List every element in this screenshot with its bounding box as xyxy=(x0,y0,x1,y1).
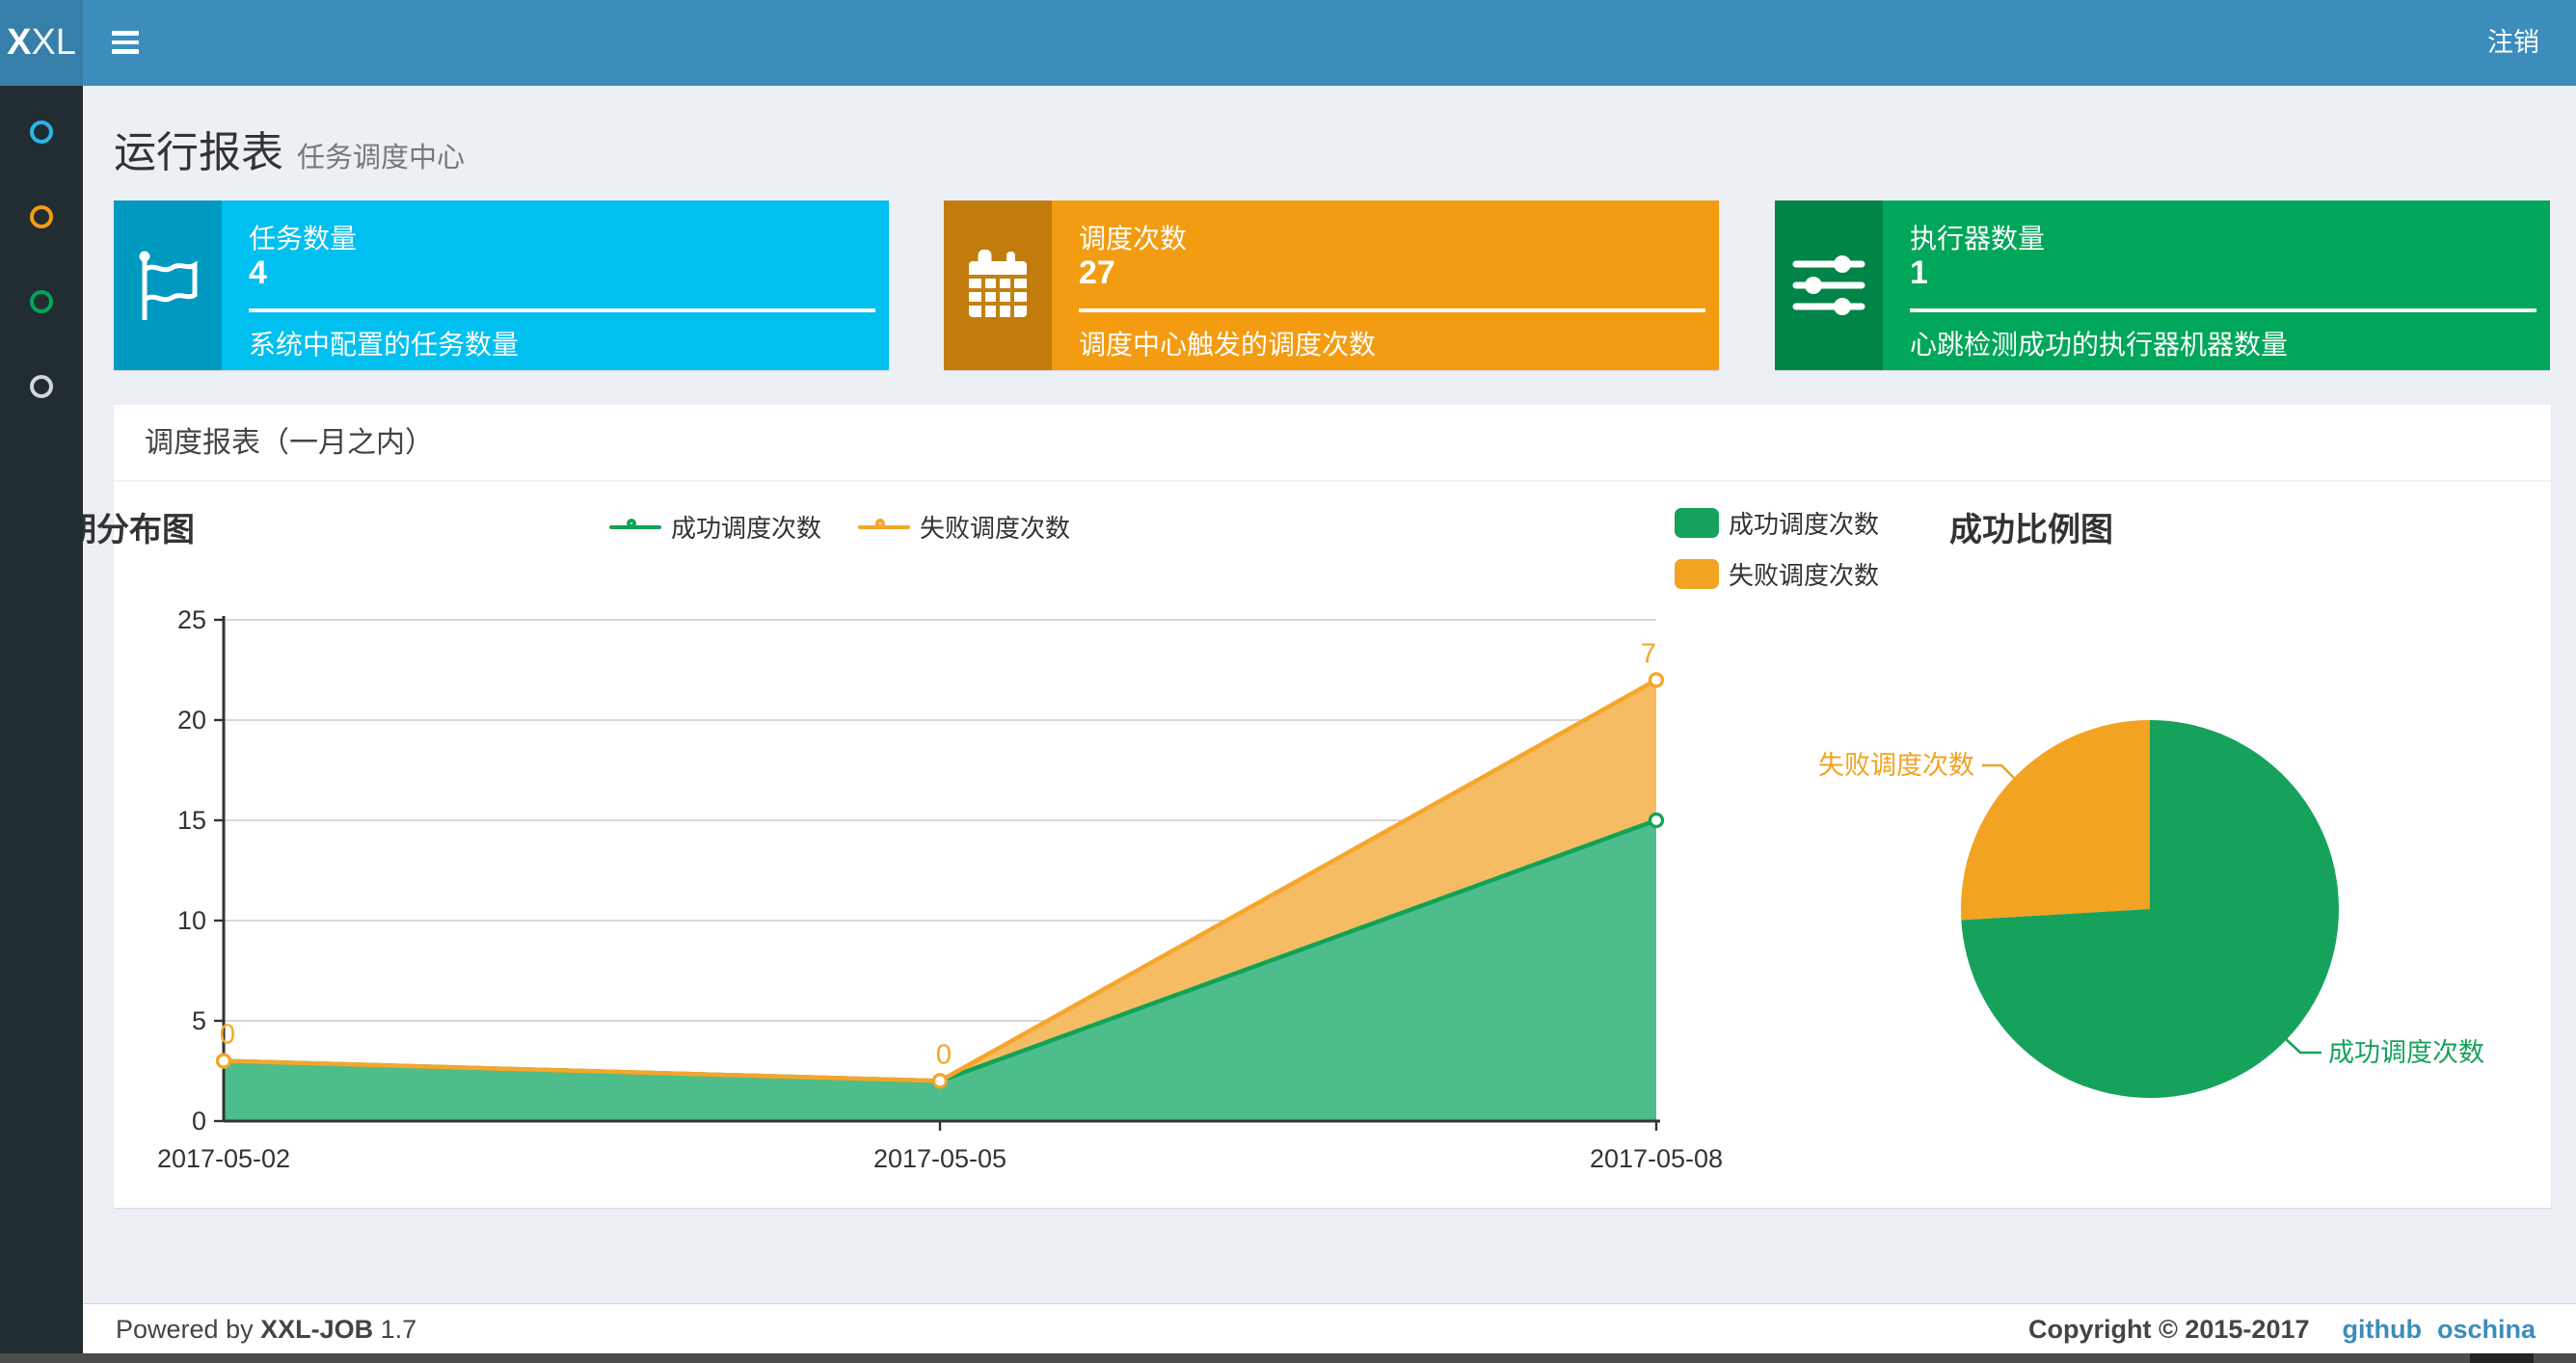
svg-text:失败调度次数: 失败调度次数 xyxy=(1818,751,1974,780)
legend-label: 失败调度次数 xyxy=(1729,561,1880,590)
info-box-executors: 执行器数量 1 心跳检测成功的执行器机器数量 xyxy=(1775,200,2550,370)
pie-legend-item-success[interactable]: 成功调度次数 xyxy=(1675,505,1879,541)
svg-text:0: 0 xyxy=(192,1107,206,1136)
legend-item-success[interactable]: 成功调度次数 xyxy=(609,509,821,545)
swatch-icon xyxy=(1675,508,1719,538)
pie-legend-item-fail[interactable]: 失败调度次数 xyxy=(1675,556,1879,592)
sidebar-item-dashboard[interactable] xyxy=(30,120,53,144)
svg-text:10: 10 xyxy=(177,906,206,935)
page-title: 运行报表 xyxy=(114,129,283,176)
horizontal-scrollbar[interactable] xyxy=(0,1353,2576,1363)
svg-text:0: 0 xyxy=(936,1039,952,1070)
svg-text:5: 5 xyxy=(192,1006,206,1035)
svg-text:2017-05-05: 2017-05-05 xyxy=(873,1144,1006,1173)
svg-text:25: 25 xyxy=(177,605,206,634)
footer: Powered by XXL-JOB 1.7 Copyright © 2015-… xyxy=(83,1303,2576,1354)
oschina-link[interactable]: oschina xyxy=(2437,1315,2536,1344)
product-name: XXL-JOB xyxy=(260,1315,374,1344)
legend-label: 失败调度次数 xyxy=(920,514,1071,543)
flag-icon xyxy=(114,200,222,370)
logo-bold: X xyxy=(7,22,32,63)
page-header: 运行报表 任务调度中心 xyxy=(114,118,465,179)
info-box-description: 系统中配置的任务数量 xyxy=(249,330,520,360)
sidebar xyxy=(0,86,83,1363)
line-legend-marker-icon xyxy=(609,515,661,540)
legend-label: 成功调度次数 xyxy=(671,514,822,543)
info-box-triggers: 调度次数 27 调度中心触发的调度次数 xyxy=(944,200,1719,370)
swatch-icon xyxy=(1675,559,1719,589)
svg-text:20: 20 xyxy=(177,706,206,735)
sliders-icon xyxy=(1775,200,1883,370)
sidebar-toggle-button[interactable] xyxy=(112,31,141,55)
legend-label: 成功调度次数 xyxy=(1729,510,1880,539)
info-box-value: 4 xyxy=(249,254,267,291)
top-navbar: XXL 注销 xyxy=(0,0,2576,86)
copyright: Copyright © 2015-2017 xyxy=(2027,1315,2310,1344)
sidebar-item-help[interactable] xyxy=(30,375,53,398)
info-box-value: 27 xyxy=(1079,254,1115,291)
logo-light: XL xyxy=(31,22,76,63)
svg-text:2017-05-02: 2017-05-02 xyxy=(157,1144,290,1173)
calendar-icon xyxy=(944,200,1052,370)
schedule-report-panel: 调度报表（一月之内） 0 5 10 15 20 25 2017-05-02 2017-05-0… xyxy=(114,405,2551,1208)
info-box-divider xyxy=(1910,308,2536,312)
info-box-title: 调度次数 xyxy=(1079,224,1188,254)
line-legend-marker-icon xyxy=(858,515,911,540)
page-subtitle: 任务调度中心 xyxy=(297,143,466,174)
sidebar-item-jobs[interactable] xyxy=(30,205,53,228)
info-box-description: 心跳检测成功的执行器机器数量 xyxy=(1910,330,2289,360)
app-logo[interactable]: XXL xyxy=(0,0,83,86)
info-box-title: 任务数量 xyxy=(249,224,358,254)
svg-text:2017-05-08: 2017-05-08 xyxy=(1590,1144,1723,1173)
info-box-value: 1 xyxy=(1910,254,1928,291)
logout-link[interactable]: 注销 xyxy=(2487,0,2539,86)
line-area-chart: 05101520252017-05-02 2017-05-05 2017-05-08… xyxy=(157,605,1723,1173)
svg-text:15: 15 xyxy=(177,806,206,835)
panel-title: 调度报表（一月之内） xyxy=(114,405,2551,482)
scrollbar-thumb[interactable] xyxy=(2470,1353,2534,1363)
github-link[interactable]: github xyxy=(2343,1315,2422,1344)
sidebar-item-logs[interactable] xyxy=(30,290,53,313)
legend-item-fail[interactable]: 失败调度次数 xyxy=(858,509,1070,545)
info-box-divider xyxy=(1079,308,1705,312)
info-box-divider xyxy=(249,308,875,312)
svg-text:成功调度次数: 成功调度次数 xyxy=(2328,1038,2484,1067)
hamburger-icon xyxy=(112,40,139,44)
charts-canvas: 05101520252017-05-02 2017-05-05 2017-05-08… xyxy=(157,605,2484,1173)
info-box-jobs: 任务数量 4 系统中配置的任务数量 xyxy=(114,200,889,370)
hamburger-icon xyxy=(112,49,139,54)
powered-by: Powered by XXL-JOB 1.7 xyxy=(116,1315,417,1344)
pie-chart: 失败调度次数成功调度次数 xyxy=(1818,720,2484,1098)
info-box-description: 调度中心触发的调度次数 xyxy=(1079,330,1377,360)
svg-text:0: 0 xyxy=(220,1020,235,1051)
info-box-title: 执行器数量 xyxy=(1910,224,2046,254)
svg-text:7: 7 xyxy=(1641,638,1656,669)
hamburger-icon xyxy=(112,31,139,36)
